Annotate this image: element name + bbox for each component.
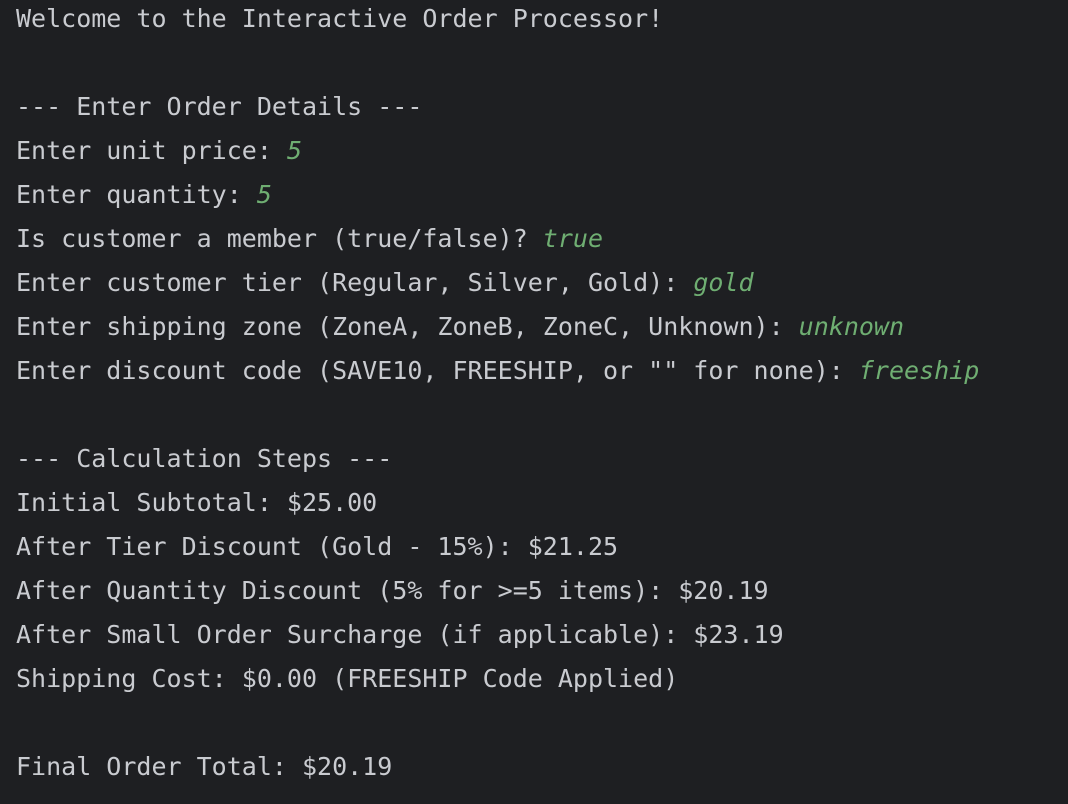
- prompt-label: Is customer a member (true/false)?: [16, 224, 543, 253]
- step-quantity-discount: After Quantity Discount (5% for >=5 item…: [16, 576, 769, 605]
- prompt-shipping-zone: Enter shipping zone (ZoneA, ZoneB, ZoneC…: [16, 305, 904, 349]
- prompt-label: Enter shipping zone (ZoneA, ZoneB, ZoneC…: [16, 312, 799, 341]
- prompt-label: Enter customer tier (Regular, Silver, Go…: [16, 268, 694, 297]
- prompt-unit-price: Enter unit price: 5: [16, 129, 302, 173]
- step-small-order-surcharge: After Small Order Surcharge (if applicab…: [16, 620, 784, 649]
- step-tier-discount: After Tier Discount (Gold - 15%): $21.25: [16, 532, 619, 561]
- prompt-label: Enter discount code (SAVE10, FREESHIP, o…: [16, 356, 859, 385]
- input-value-discount-code: freeship: [858, 356, 980, 385]
- input-value-customer-tier: gold: [693, 268, 754, 297]
- step-shipping-cost: Shipping Cost: $0.00 (FREESHIP Code Appl…: [16, 664, 679, 693]
- order-details-header: --- Enter Order Details ---: [16, 92, 423, 121]
- prompt-member: Is customer a member (true/false)? true: [16, 217, 603, 261]
- welcome-message: Welcome to the Interactive Order Process…: [16, 4, 664, 33]
- input-value-shipping-zone: unknown: [798, 312, 905, 341]
- final-order-total: Final Order Total: $20.19: [16, 752, 393, 781]
- calculation-steps-header: --- Calculation Steps ---: [16, 444, 393, 473]
- prompt-label: Enter quantity:: [16, 180, 257, 209]
- input-value-quantity: 5: [256, 180, 272, 209]
- prompt-quantity: Enter quantity: 5: [16, 173, 272, 217]
- input-value-member: true: [542, 224, 604, 253]
- prompt-discount-code: Enter discount code (SAVE10, FREESHIP, o…: [16, 349, 979, 393]
- prompt-customer-tier: Enter customer tier (Regular, Silver, Go…: [16, 261, 754, 305]
- console-output: Welcome to the Interactive Order Process…: [0, 0, 1068, 804]
- step-initial-subtotal: Initial Subtotal: $25.00: [16, 488, 378, 517]
- input-value-unit-price: 5: [286, 136, 302, 165]
- prompt-label: Enter unit price:: [16, 136, 287, 165]
